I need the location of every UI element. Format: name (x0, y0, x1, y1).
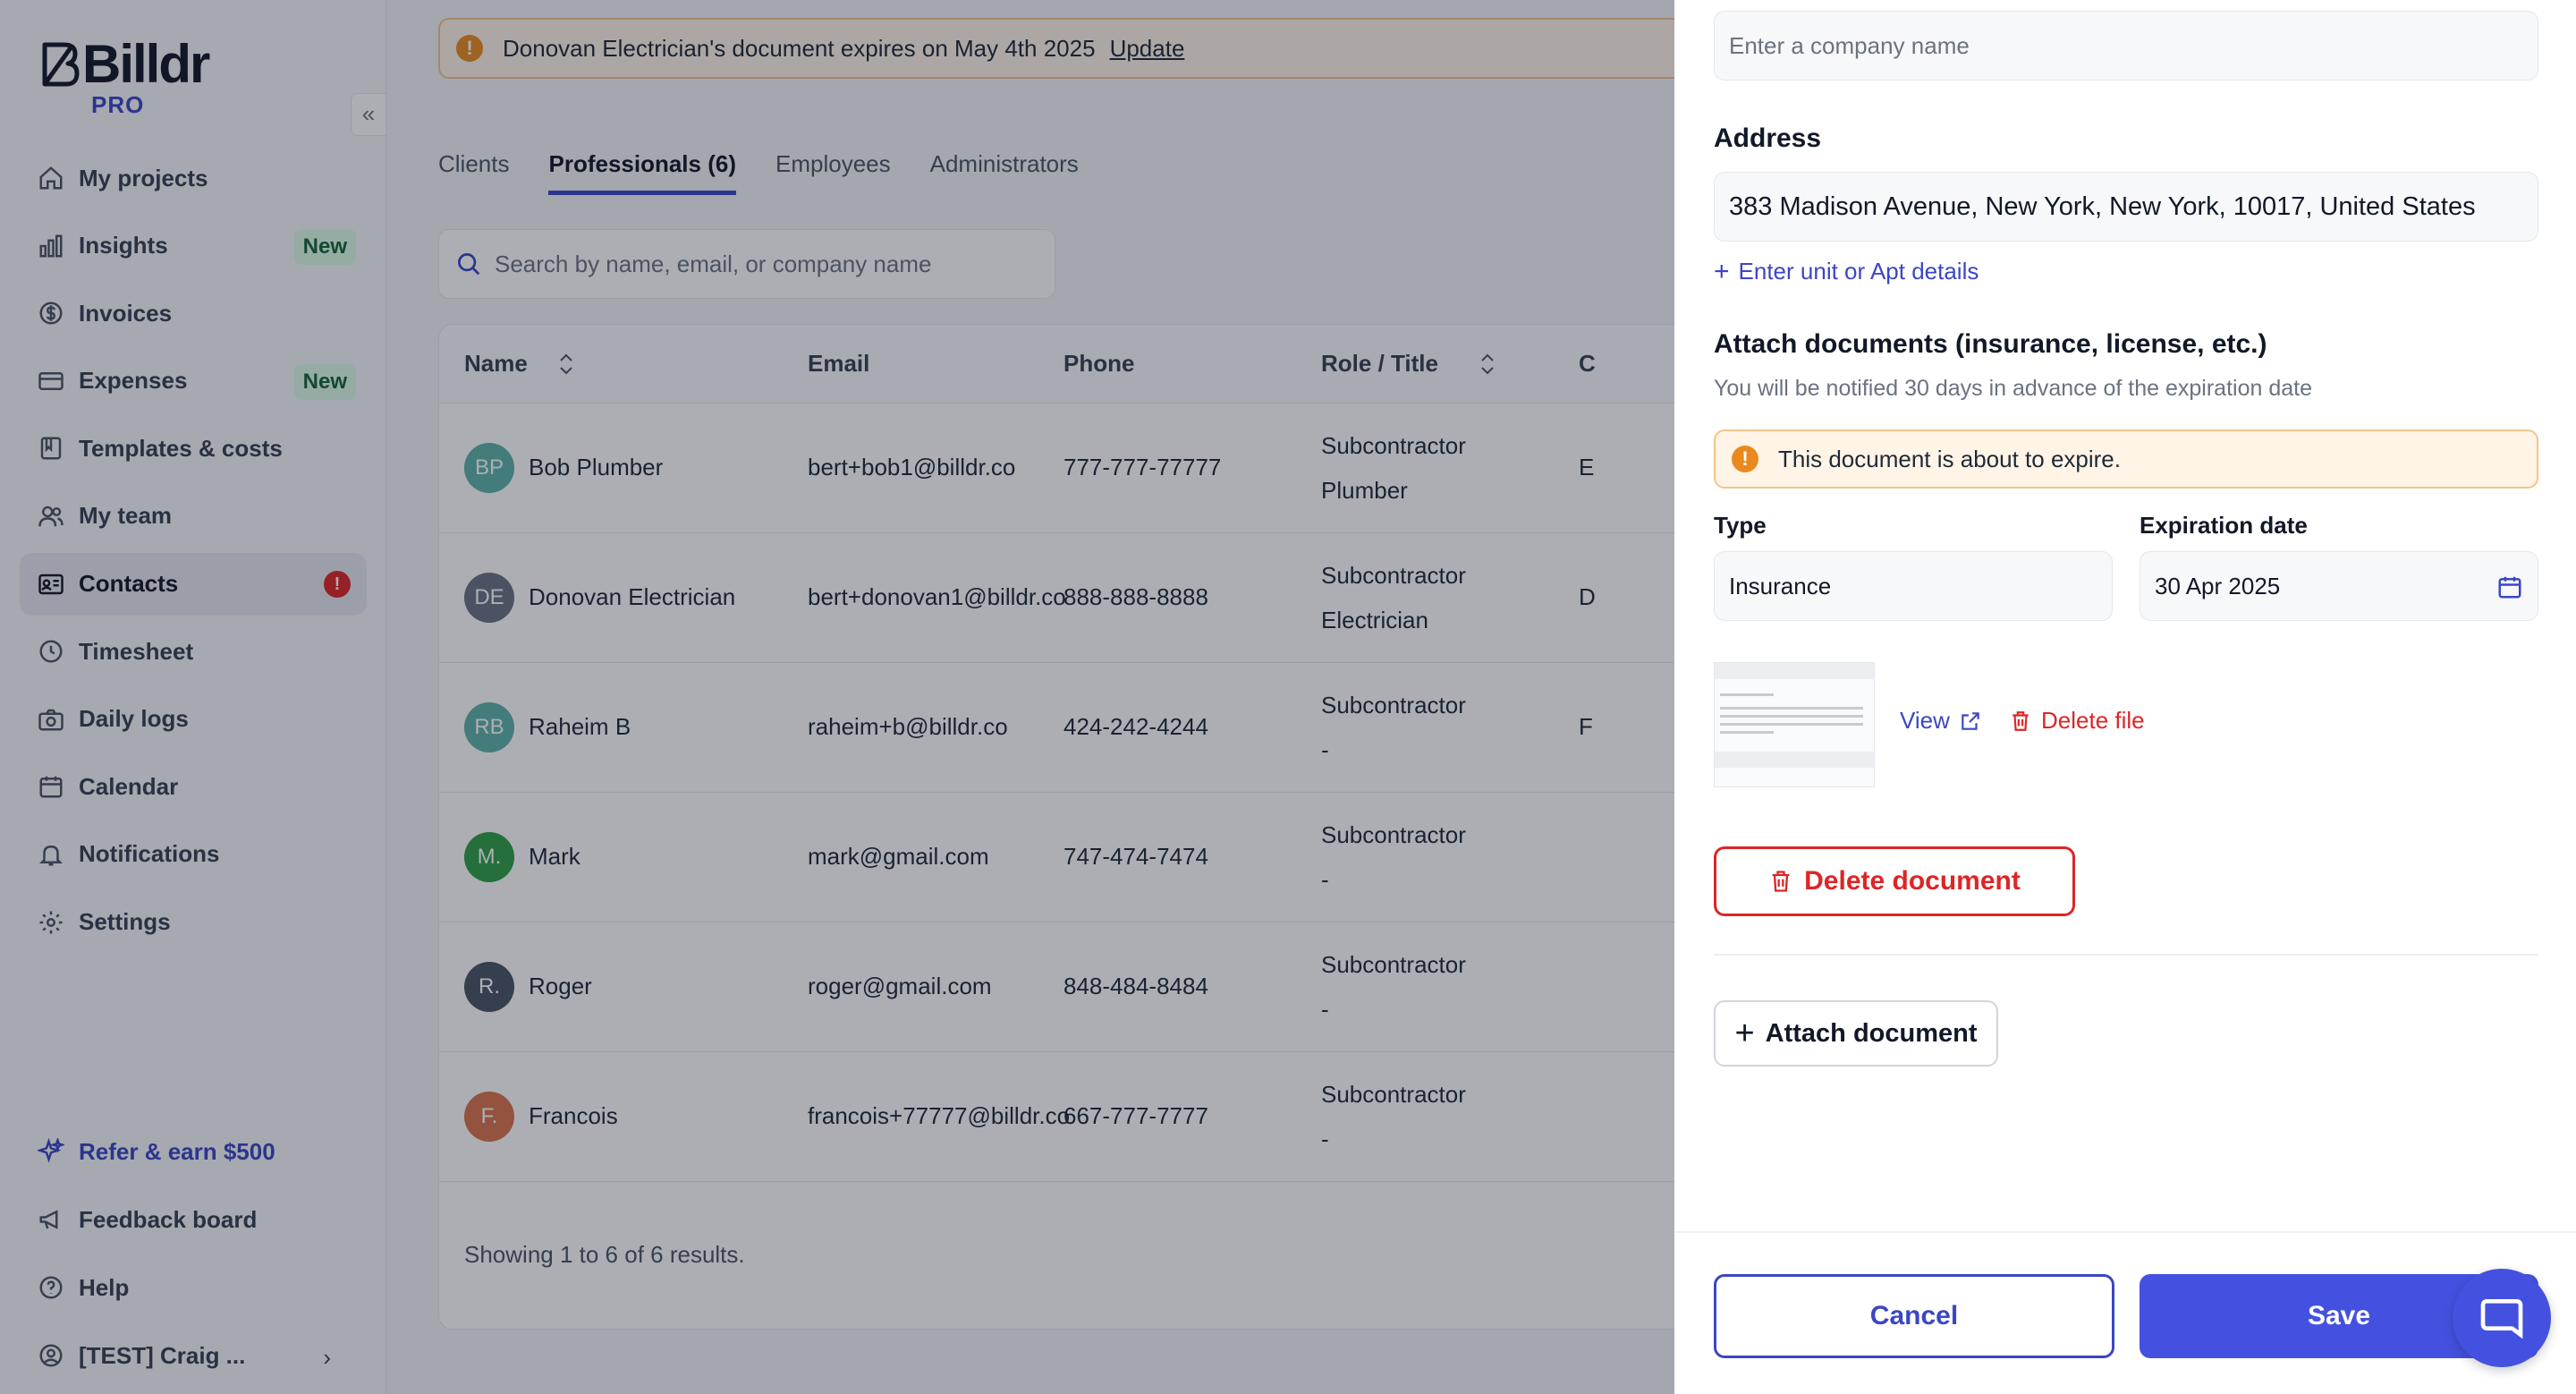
unit-details-label: Enter unit or Apt details (1738, 258, 1979, 285)
cancel-button[interactable]: Cancel (1714, 1274, 2114, 1358)
chat-launcher[interactable] (2453, 1269, 2551, 1367)
document-thumbnail[interactable] (1714, 662, 1875, 787)
edit-contact-drawer: Enter a company name Address 383 Madison… (1674, 0, 2576, 1394)
chat-icon (2480, 1299, 2523, 1339)
address-value: 383 Madison Avenue, New York, New York, … (1729, 191, 2476, 221)
section-divider (1714, 954, 2538, 956)
expiration-date-field[interactable]: 30 Apr 2025 (2140, 551, 2538, 621)
document-type-value: Insurance (1729, 572, 1832, 599)
expiration-label: Expiration date (2140, 512, 2308, 539)
thumbnail-footer (1715, 752, 1874, 768)
thumbnail-text-line (1720, 707, 1863, 710)
documents-title: Attach documents (insurance, license, et… (1714, 329, 2267, 359)
thumbnail-text-line (1720, 715, 1863, 718)
modal-backdrop[interactable] (0, 0, 1674, 1394)
expiry-warning-text: This document is about to expire. (1778, 445, 2121, 472)
expiry-warning: ! This document is about to expire. (1714, 429, 2538, 489)
thumbnail-header (1715, 663, 1874, 679)
plus-icon: + (1734, 1015, 1755, 1052)
expiration-date-value: 30 Apr 2025 (2155, 572, 2281, 599)
external-link-icon (1962, 711, 1979, 730)
trash-icon (1772, 871, 1790, 892)
document-type-select[interactable]: Insurance (1714, 551, 2113, 621)
warning-icon: ! (1732, 446, 1758, 472)
plus-icon: + (1714, 256, 1730, 286)
thumbnail-text-line (1720, 731, 1774, 734)
attach-document-button[interactable]: + Attach document (1714, 1000, 1998, 1067)
delete-file-link[interactable]: Delete file (2009, 707, 2145, 735)
address-field[interactable]: 383 Madison Avenue, New York, New York, … (1714, 172, 2538, 242)
attach-document-label: Attach document (1765, 1018, 1978, 1048)
view-document-link[interactable]: View (1900, 707, 1982, 735)
delete-document-button[interactable]: Delete document (1714, 846, 2075, 916)
documents-subtitle: You will be notified 30 days in advance … (1714, 376, 2312, 401)
address-label: Address (1714, 123, 1822, 153)
thumbnail-text-line (1720, 693, 1774, 696)
view-label: View (1900, 707, 1950, 734)
unit-details-link[interactable]: + Enter unit or Apt details (1714, 258, 1979, 285)
company-name-placeholder: Enter a company name (1729, 31, 1970, 59)
type-label: Type (1714, 512, 1767, 539)
delete-document-label: Delete document (1804, 866, 2021, 896)
company-name-field[interactable]: Enter a company name (1714, 11, 2538, 81)
thumbnail-text-line (1720, 723, 1863, 726)
delete-file-label: Delete file (2041, 707, 2145, 734)
calendar-icon[interactable] (2496, 574, 2523, 600)
drawer-footer: Cancel Save (1674, 1231, 2576, 1394)
trash-icon (2012, 710, 2029, 731)
